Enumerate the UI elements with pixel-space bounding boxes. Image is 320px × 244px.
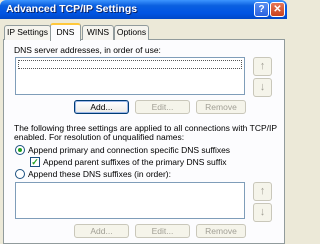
- help-button[interactable]: ?: [254, 2, 269, 17]
- dns-remove-button[interactable]: Remove: [196, 100, 246, 114]
- dns-suffix-list[interactable]: [15, 182, 245, 219]
- check-mark-icon: ✓: [31, 157, 39, 167]
- move-up-button[interactable]: ↑: [253, 57, 272, 76]
- suffix-add-button[interactable]: Add...: [74, 224, 129, 238]
- move-down-button[interactable]: ↓: [253, 78, 272, 97]
- dns-list-label: DNS server addresses, in order of use:: [14, 45, 161, 55]
- up-arrow-icon: ↑: [259, 185, 266, 197]
- title-bar[interactable]: Advanced TCP/IP Settings ? ✕: [0, 0, 287, 19]
- radio-append-primary[interactable]: [15, 145, 25, 155]
- tab-dns[interactable]: DNS: [50, 23, 81, 41]
- tab-wins[interactable]: WINS: [82, 25, 114, 40]
- radio-selected-dot: [18, 148, 22, 152]
- up-arrow-icon: ↑: [259, 60, 266, 72]
- close-button[interactable]: ✕: [270, 2, 285, 17]
- suffix-move-down-button[interactable]: ↓: [253, 203, 272, 222]
- radio-append-primary-label[interactable]: Append primary and connection specific D…: [28, 145, 230, 155]
- close-icon: ✕: [273, 4, 282, 15]
- help-icon: ?: [258, 4, 265, 15]
- dns-edit-button[interactable]: Edit...: [135, 100, 190, 114]
- dns-server-list[interactable]: [15, 57, 245, 95]
- radio-append-these[interactable]: [15, 169, 25, 179]
- list-focus-row: [18, 60, 242, 69]
- down-arrow-icon: ↓: [259, 81, 266, 93]
- radio-append-these-label[interactable]: Append these DNS suffixes (in order):: [28, 169, 171, 179]
- checkbox-append-parent[interactable]: ✓: [30, 157, 40, 167]
- dns-add-button[interactable]: Add...: [74, 100, 129, 114]
- info-text-line2: enabled. For resolution of unqualified n…: [14, 132, 185, 142]
- checkbox-append-parent-label[interactable]: Append parent suffixes of the primary DN…: [43, 157, 226, 167]
- down-arrow-icon: ↓: [259, 206, 266, 218]
- tab-options[interactable]: Options: [114, 25, 149, 40]
- tab-ip-settings[interactable]: IP Settings: [4, 25, 51, 40]
- suffix-edit-button[interactable]: Edit...: [135, 224, 190, 238]
- window-title: Advanced TCP/IP Settings: [6, 3, 138, 15]
- suffix-move-up-button[interactable]: ↑: [253, 182, 272, 201]
- suffix-remove-button[interactable]: Remove: [196, 224, 246, 238]
